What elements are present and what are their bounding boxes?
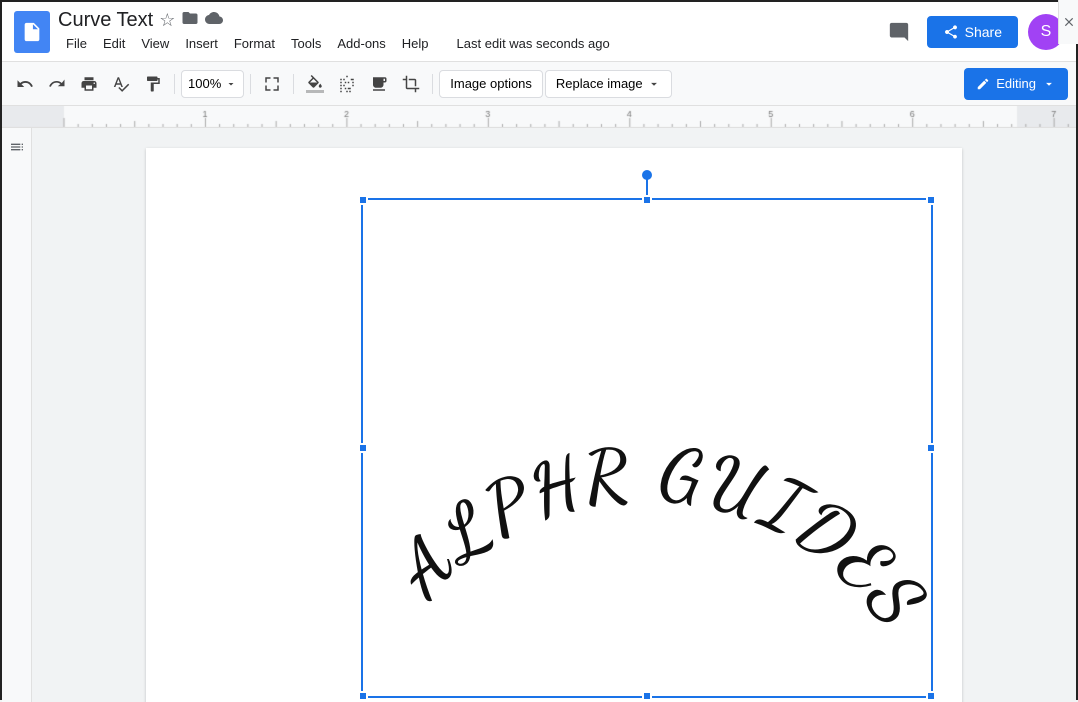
- star-icon[interactable]: ☆: [159, 10, 175, 31]
- right-controls: Share S: [881, 14, 1064, 50]
- menu-help[interactable]: Help: [394, 32, 437, 55]
- menu-insert[interactable]: Insert: [177, 32, 226, 55]
- separator-3: [293, 74, 294, 94]
- title-area: Curve Text ☆ File Edit View Insert Forma…: [58, 8, 873, 55]
- undo-button[interactable]: [10, 69, 40, 99]
- share-label: Share: [965, 24, 1002, 40]
- left-sidebar: [2, 128, 32, 702]
- menu-view[interactable]: View: [133, 32, 177, 55]
- panel-collapse-button[interactable]: [1058, 0, 1078, 44]
- color-fill-button[interactable]: [300, 69, 330, 99]
- border-color-button[interactable]: [332, 69, 362, 99]
- sidebar-outline-icon[interactable]: [6, 136, 28, 158]
- menu-tools[interactable]: Tools: [283, 32, 329, 55]
- main-area: ALPHR GUIDES: [2, 128, 1076, 702]
- replace-image-button[interactable]: Replace image: [545, 70, 672, 98]
- title-bar: Curve Text ☆ File Edit View Insert Forma…: [2, 2, 1076, 62]
- menu-edit[interactable]: Edit: [95, 32, 133, 55]
- separator-2: [250, 74, 251, 94]
- zoom-value: 100%: [188, 76, 221, 91]
- fit-page-button[interactable]: [257, 69, 287, 99]
- crop-button[interactable]: [396, 69, 426, 99]
- paint-format-button[interactable]: [138, 69, 168, 99]
- cloud-icon: [205, 9, 223, 32]
- image-container[interactable]: ALPHR GUIDES: [361, 198, 933, 698]
- redo-button[interactable]: [42, 69, 72, 99]
- document-page: ALPHR GUIDES: [146, 148, 962, 702]
- comment-button[interactable]: [881, 14, 917, 50]
- editing-mode-button[interactable]: Editing: [964, 68, 1068, 100]
- separator-1: [174, 74, 175, 94]
- curved-text: ALPHR GUIDES: [379, 430, 931, 644]
- curved-text-svg: ALPHR GUIDES: [363, 200, 931, 696]
- menu-file[interactable]: File: [58, 32, 95, 55]
- menu-bar: File Edit View Insert Format Tools Add-o…: [58, 32, 873, 55]
- separator-4: [432, 74, 433, 94]
- curved-textpath: ALPHR GUIDES: [379, 430, 931, 644]
- doc-svg-icon: [21, 21, 43, 43]
- folder-icon[interactable]: [181, 9, 199, 32]
- rotation-handle[interactable]: [642, 170, 652, 180]
- image-options-button[interactable]: Image options: [439, 70, 543, 98]
- toolbar: 100% Image options Replace image Editing: [2, 62, 1076, 106]
- zoom-selector[interactable]: 100%: [181, 70, 244, 98]
- last-edit-status: Last edit was seconds ago: [449, 32, 618, 55]
- menu-format[interactable]: Format: [226, 32, 283, 55]
- print-button[interactable]: [74, 69, 104, 99]
- editing-label: Editing: [996, 76, 1036, 91]
- spellcheck-button[interactable]: [106, 69, 136, 99]
- menu-addons[interactable]: Add-ons: [329, 32, 393, 55]
- doc-title[interactable]: Curve Text: [58, 8, 153, 32]
- border-style-button[interactable]: [364, 69, 394, 99]
- doc-icon: [14, 11, 50, 53]
- ruler: [2, 106, 1076, 128]
- canvas-area: ALPHR GUIDES: [32, 128, 1076, 702]
- share-button[interactable]: Share: [927, 16, 1018, 48]
